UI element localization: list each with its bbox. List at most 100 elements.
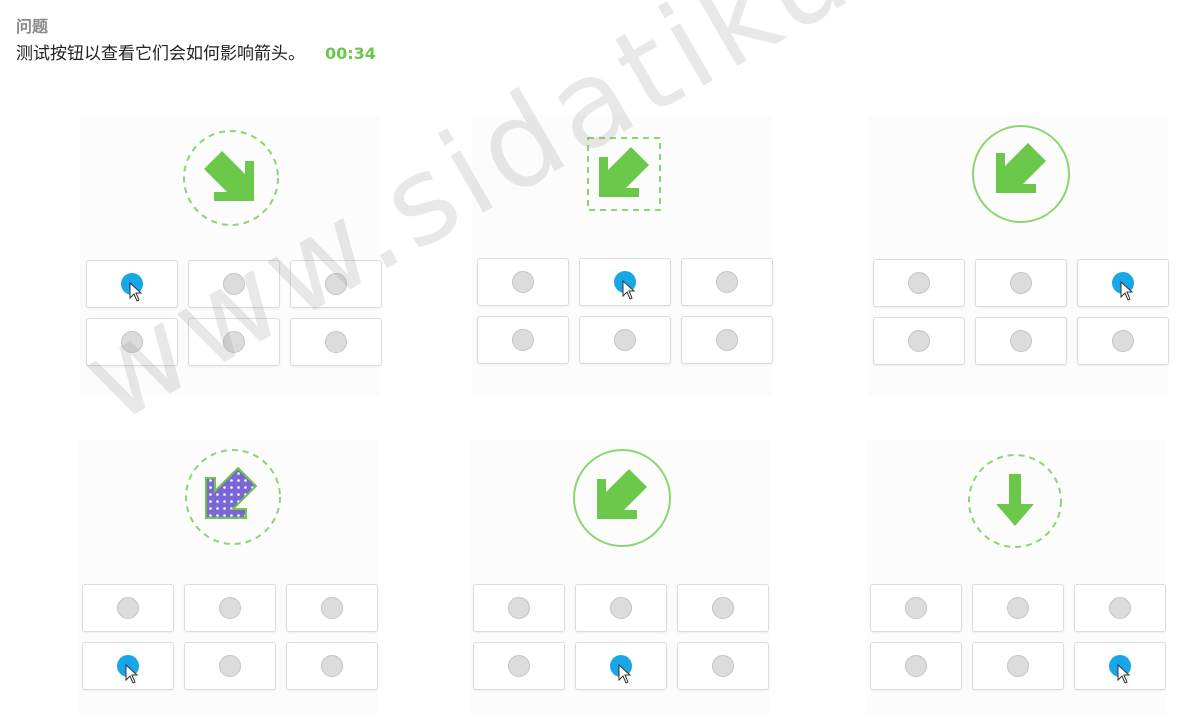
arrow-display-2	[569, 119, 679, 229]
option-button-1-6[interactable]	[290, 318, 382, 366]
option-button-6-4[interactable]	[870, 642, 962, 690]
radio-dot	[121, 331, 143, 353]
radio-dot	[508, 655, 530, 677]
countdown-timer: 00:34	[325, 44, 376, 63]
option-button-1-2[interactable]	[188, 260, 280, 308]
arrow-panel-2	[472, 115, 773, 395]
radio-dot	[1109, 655, 1131, 677]
radio-dot	[512, 329, 534, 351]
option-button-5-1[interactable]	[473, 584, 565, 632]
option-button-4-5[interactable]	[184, 642, 276, 690]
option-button-5-6[interactable]	[677, 642, 769, 690]
option-button-6-2[interactable]	[972, 584, 1064, 632]
radio-dot	[614, 329, 636, 351]
arrow-display-4	[178, 442, 288, 552]
radio-dot	[1112, 330, 1134, 352]
radio-dot	[508, 597, 530, 619]
option-button-1-4[interactable]	[86, 318, 178, 366]
option-button-1-5[interactable]	[188, 318, 280, 366]
question-text: 测试按钮以查看它们会如何影响箭头。	[16, 44, 305, 64]
button-grid-6	[870, 584, 1166, 690]
radio-dot	[325, 331, 347, 353]
radio-dot	[610, 597, 632, 619]
button-grid-5	[473, 584, 769, 690]
radio-dot	[512, 271, 534, 293]
option-button-3-2[interactable]	[975, 259, 1067, 307]
option-button-4-6[interactable]	[286, 642, 378, 690]
arrow-down-left-icon	[573, 449, 671, 547]
arrow-panel-5	[470, 440, 770, 715]
option-button-4-2[interactable]	[184, 584, 276, 632]
radio-dot	[117, 655, 139, 677]
radio-dot	[614, 271, 636, 293]
radio-dot	[219, 597, 241, 619]
radio-dot	[908, 272, 930, 294]
option-button-6-5[interactable]	[972, 642, 1064, 690]
radio-dot	[716, 271, 738, 293]
question-title: 问题	[16, 17, 49, 36]
option-button-4-1[interactable]	[82, 584, 174, 632]
radio-dot	[1007, 597, 1029, 619]
radio-dot	[223, 331, 245, 353]
option-button-2-2[interactable]	[579, 258, 671, 306]
arrow-down-right-icon	[183, 130, 279, 226]
option-button-5-5[interactable]	[575, 642, 667, 690]
option-button-6-3[interactable]	[1074, 584, 1166, 632]
option-button-3-5[interactable]	[975, 317, 1067, 365]
arrow-panel-1	[80, 115, 382, 395]
arrow-panel-6	[866, 440, 1166, 715]
radio-dot	[117, 597, 139, 619]
option-button-3-4[interactable]	[873, 317, 965, 365]
arrow-display-1	[176, 123, 286, 233]
radio-dot	[1010, 272, 1032, 294]
option-button-2-6[interactable]	[681, 316, 773, 364]
option-button-1-1[interactable]	[86, 260, 178, 308]
question-header: 问题 测试按钮以查看它们会如何影响箭头。 00:34	[16, 16, 376, 66]
radio-dot	[325, 273, 347, 295]
option-button-3-1[interactable]	[873, 259, 965, 307]
button-grid-3	[873, 259, 1169, 365]
option-button-4-4[interactable]	[82, 642, 174, 690]
radio-dot	[905, 655, 927, 677]
radio-dot	[1112, 272, 1134, 294]
arrow-panel-3	[868, 115, 1169, 395]
button-grid-1	[86, 260, 382, 366]
radio-dot	[716, 329, 738, 351]
option-button-2-5[interactable]	[579, 316, 671, 364]
radio-dot	[219, 655, 241, 677]
arrow-down-left-dotted-purple-icon	[185, 449, 281, 545]
option-button-3-3[interactable]	[1077, 259, 1169, 307]
option-button-4-3[interactable]	[286, 584, 378, 632]
arrow-down-icon	[968, 454, 1062, 548]
option-button-2-1[interactable]	[477, 258, 569, 306]
option-button-6-1[interactable]	[870, 584, 962, 632]
arrow-down-left-icon	[587, 137, 661, 211]
radio-dot	[1109, 597, 1131, 619]
option-button-3-6[interactable]	[1077, 317, 1169, 365]
button-grid-2	[477, 258, 773, 364]
arrow-display-6	[960, 446, 1070, 556]
radio-dot	[321, 655, 343, 677]
radio-dot	[1010, 330, 1032, 352]
option-button-1-3[interactable]	[290, 260, 382, 308]
option-button-2-4[interactable]	[477, 316, 569, 364]
radio-dot	[1007, 655, 1029, 677]
radio-dot	[610, 655, 632, 677]
arrow-panel-4	[78, 440, 378, 715]
option-button-5-4[interactable]	[473, 642, 565, 690]
radio-dot	[121, 273, 143, 295]
radio-dot	[905, 597, 927, 619]
arrow-display-3	[966, 119, 1076, 229]
option-button-2-3[interactable]	[681, 258, 773, 306]
radio-dot	[712, 655, 734, 677]
option-button-5-2[interactable]	[575, 584, 667, 632]
button-grid-4	[82, 584, 378, 690]
arrow-display-5	[567, 443, 677, 553]
radio-dot	[321, 597, 343, 619]
radio-dot	[223, 273, 245, 295]
arrow-down-left-icon	[972, 125, 1070, 223]
option-button-6-6[interactable]	[1074, 642, 1166, 690]
question-line: 测试按钮以查看它们会如何影响箭头。 00:34	[16, 42, 376, 66]
option-button-5-3[interactable]	[677, 584, 769, 632]
radio-dot	[712, 597, 734, 619]
